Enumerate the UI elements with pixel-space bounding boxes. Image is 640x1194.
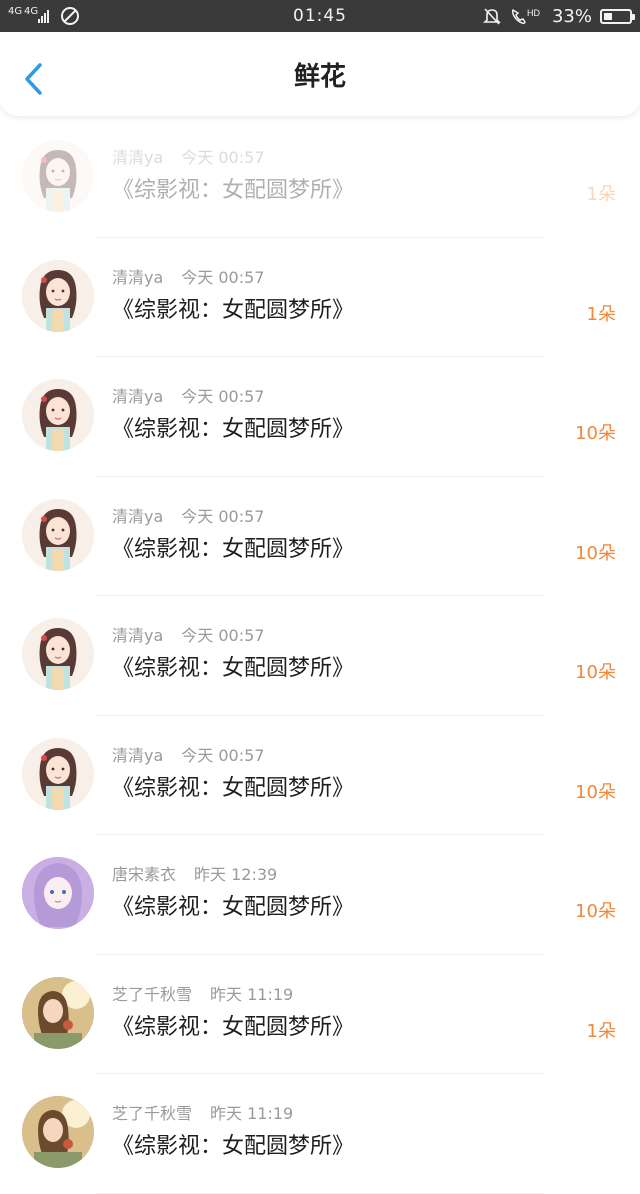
list-item[interactable]: 唐宋素衣 昨天 12:39 《综影视：女配圆梦所》 10朵 (0, 835, 640, 955)
book-title[interactable]: 《综影视：女配圆梦所》 (112, 889, 354, 921)
item-meta: 芝了千秋雪 昨天 11:19 (112, 981, 293, 1005)
battery-fill (604, 12, 612, 20)
book-title[interactable]: 《综影视：女配圆梦所》 (112, 411, 354, 443)
header-bar: 鲜花 (0, 32, 640, 116)
flower-count: 10朵 (575, 781, 616, 803)
timestamp: 今天 00:57 (181, 745, 265, 765)
timestamp: 昨天 12:39 (194, 865, 278, 884)
flower-count: 10朵 (575, 662, 616, 683)
timestamp: 昨天 11:19 (210, 1104, 294, 1123)
item-meta: 芝了千秋雪 昨天 11:19 (112, 1100, 293, 1124)
list-item[interactable]: 芝了千秋雪 昨天 11:19 《综影视：女配圆梦所》 (0, 1074, 640, 1194)
list-item[interactable]: 清清ya 今天 00:57 《综影视：女配圆梦所》 1朵 (0, 118, 640, 238)
book-title[interactable]: 《综影视：女配圆梦所》 (112, 1009, 354, 1041)
book-title[interactable]: 《综影视：女配圆梦所》 (112, 292, 354, 324)
avatar[interactable] (22, 618, 94, 690)
status-bar-right: HD 33% (482, 0, 635, 32)
battery-percent: 33% (551, 5, 592, 27)
divider (96, 1192, 544, 1194)
page-title: 鲜花 (293, 62, 346, 92)
bell-muted-icon (483, 8, 501, 25)
timestamp: 今天 00:57 (181, 387, 265, 406)
status-bar: 4G 4G 01:45 HD 33% (0, 0, 640, 32)
battery-icon (600, 8, 635, 24)
flower-count: 1朵 (586, 1020, 616, 1042)
avatar[interactable] (22, 857, 94, 929)
timestamp: 今天 00:57 (181, 626, 265, 645)
user-name[interactable]: 清清ya (112, 148, 163, 167)
user-name[interactable]: 清清ya (112, 268, 163, 287)
list-item[interactable]: 清清ya 今天 00:57 《综影视：女配圆梦所》 1朵 (0, 238, 640, 357)
user-name[interactable]: 清清ya (112, 626, 163, 645)
item-meta: 清清ya 今天 00:57 (112, 622, 264, 646)
item-meta: 清清ya 今天 00:57 (112, 264, 264, 288)
flower-count: 10朵 (575, 423, 616, 444)
timestamp: 今天 00:57 (181, 148, 265, 167)
user-name[interactable]: 芝了千秋雪 (112, 1104, 192, 1123)
avatar[interactable] (22, 976, 94, 1049)
svg-text:HD: HD (527, 8, 540, 18)
list-item[interactable]: 清清ya 今天 00:57 《综影视：女配圆梦所》 10朵 (0, 357, 640, 477)
hd-call-icon: HD (511, 8, 540, 25)
flower-count: 10朵 (575, 901, 616, 922)
item-meta: 唐宋素衣 昨天 12:39 (112, 861, 277, 885)
user-name[interactable]: 唐宋素衣 (112, 865, 176, 884)
flower-gift-list: 清清ya 今天 00:57 《综影视：女配圆梦所》 1朵 清清ya 今天 00:57… (0, 118, 640, 1194)
list-item[interactable]: 清清ya 今天 00:57 《综影视：女配圆梦所》 10朵 (0, 477, 640, 596)
avatar[interactable] (22, 1096, 94, 1168)
flower-count: 1朵 (586, 184, 616, 205)
book-title[interactable]: 《综影视：女配圆梦所》 (112, 172, 354, 204)
timestamp: 昨天 11:19 (210, 984, 294, 1004)
list-item[interactable]: 清清ya 今天 00:57 《综影视：女配圆梦所》 10朵 (0, 716, 640, 835)
user-name[interactable]: 芝了千秋雪 (112, 985, 192, 1004)
book-title[interactable]: 《综影视：女配圆梦所》 (112, 650, 354, 682)
book-title[interactable]: 《综影视：女配圆梦所》 (112, 770, 354, 802)
timestamp: 今天 00:57 (181, 506, 265, 526)
avatar[interactable] (22, 259, 94, 332)
item-meta: 清清ya 今天 00:57 (112, 383, 264, 407)
list-item[interactable]: 芝了千秋雪 昨天 11:19 《综影视：女配圆梦所》 1朵 (0, 955, 640, 1074)
book-title[interactable]: 《综影视：女配圆梦所》 (112, 531, 354, 563)
user-name[interactable]: 清清ya (112, 507, 163, 526)
flower-count: 10朵 (575, 542, 616, 564)
avatar[interactable] (22, 498, 94, 571)
avatar[interactable] (22, 737, 94, 810)
item-meta: 清清ya 今天 00:57 (112, 503, 264, 527)
item-meta: 清清ya 今天 00:57 (112, 742, 264, 766)
avatar[interactable] (22, 140, 94, 212)
timestamp: 今天 00:57 (181, 267, 265, 287)
item-meta: 清清ya 今天 00:57 (112, 144, 264, 168)
user-name[interactable]: 清清ya (112, 387, 163, 406)
list-item[interactable]: 清清ya 今天 00:57 《综影视：女配圆梦所》 10朵 (0, 596, 640, 716)
user-name[interactable]: 清清ya (112, 746, 163, 765)
avatar[interactable] (22, 379, 94, 451)
flower-count: 1朵 (586, 303, 616, 325)
book-title[interactable]: 《综影视：女配圆梦所》 (112, 1128, 354, 1160)
